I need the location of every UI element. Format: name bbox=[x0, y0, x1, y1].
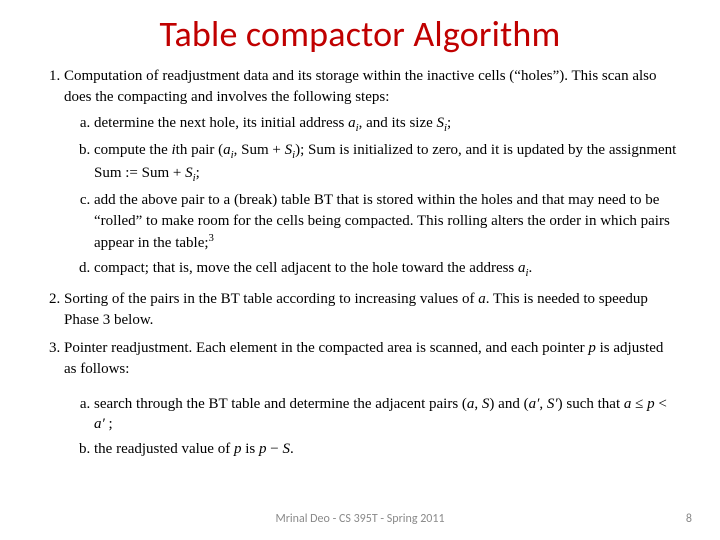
item-3-sublist: search through the BT table and determin… bbox=[64, 394, 678, 460]
var-p: p bbox=[647, 396, 655, 412]
item-2: Sorting of the pairs in the BT table acc… bbox=[64, 289, 678, 330]
txt: ; bbox=[196, 165, 200, 181]
item-3a: search through the BT table and determin… bbox=[94, 394, 678, 435]
txt: , bbox=[474, 396, 482, 412]
item-3: Pointer readjustment. Each element in th… bbox=[64, 338, 678, 459]
txt: Sorting of the pairs in the BT table acc… bbox=[64, 291, 478, 307]
footnote-ref: 3 bbox=[209, 232, 214, 244]
slide: Table compactor Algorithm Computation of… bbox=[0, 0, 720, 540]
page-title: Table compactor Algorithm bbox=[42, 12, 678, 56]
var-a-prime: a′ bbox=[94, 416, 105, 432]
txt: ) and ( bbox=[489, 396, 528, 412]
item-1a: determine the next hole, its initial add… bbox=[94, 113, 678, 136]
var-p: p bbox=[588, 340, 596, 356]
txt: th pair ( bbox=[176, 142, 223, 158]
footer-center: Mrinal Deo - CS 395T - Spring 2011 bbox=[275, 512, 444, 526]
item-1: Computation of readjustment data and its… bbox=[64, 66, 678, 281]
item-3b: the readjusted value of p is p − S. bbox=[94, 439, 678, 460]
var-a: a bbox=[348, 115, 356, 131]
var-a: a bbox=[223, 142, 231, 158]
var-a-prime: a′ bbox=[529, 396, 540, 412]
var-S: S bbox=[185, 165, 193, 181]
item-1-intro: Computation of readjustment data and its… bbox=[64, 68, 657, 105]
txt: ≤ bbox=[631, 396, 647, 412]
item-1c: add the above pair to a (break) table BT… bbox=[94, 190, 678, 254]
txt: . bbox=[290, 441, 294, 457]
txt: compute the bbox=[94, 142, 171, 158]
var-S: S bbox=[437, 115, 445, 131]
txt: add the above pair to a (break) table BT… bbox=[94, 192, 670, 251]
var-a: a bbox=[518, 260, 526, 276]
var-S-prime: S′ bbox=[547, 396, 558, 412]
txt: − bbox=[266, 441, 282, 457]
txt: . bbox=[529, 260, 533, 276]
item-1d: compact; that is, move the cell adjacent… bbox=[94, 258, 678, 281]
txt: , Sum + bbox=[234, 142, 285, 158]
var-S: S bbox=[285, 142, 293, 158]
txt: ) such that bbox=[558, 396, 624, 412]
txt: Pointer readjustment. Each element in th… bbox=[64, 340, 588, 356]
txt: is bbox=[241, 441, 259, 457]
body-content: Computation of readjustment data and its… bbox=[42, 66, 678, 460]
page-number: 8 bbox=[686, 512, 692, 526]
main-list: Computation of readjustment data and its… bbox=[42, 66, 678, 460]
var-S: S bbox=[282, 441, 290, 457]
txt: , and its size bbox=[359, 115, 437, 131]
txt: determine the next hole, its initial add… bbox=[94, 115, 348, 131]
item-1b: compute the ith pair (ai, Sum + Si); Sum… bbox=[94, 140, 678, 186]
txt: ; bbox=[447, 115, 451, 131]
txt: , bbox=[539, 396, 547, 412]
txt: compact; that is, move the cell adjacent… bbox=[94, 260, 518, 276]
item-1-sublist: determine the next hole, its initial add… bbox=[64, 113, 678, 281]
var-a: a bbox=[478, 291, 486, 307]
txt: < bbox=[655, 396, 667, 412]
txt: the readjusted value of bbox=[94, 441, 234, 457]
txt: ; bbox=[105, 416, 113, 432]
txt: search through the BT table and determin… bbox=[94, 396, 467, 412]
